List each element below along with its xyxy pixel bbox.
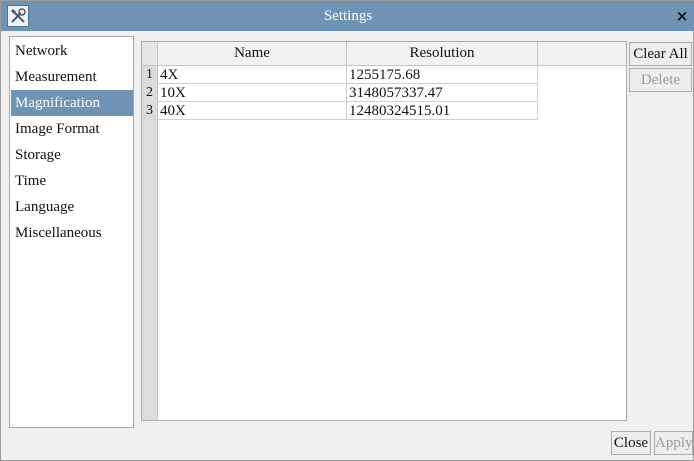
sidebar-item-storage[interactable]: Storage: [11, 142, 133, 168]
sidebar-item-time[interactable]: Time: [11, 168, 133, 194]
column-header-name[interactable]: Name: [158, 42, 347, 66]
clear-all-button[interactable]: Clear All: [629, 42, 692, 66]
table-corner: [142, 42, 158, 66]
table-header: Name Resolution: [142, 42, 538, 66]
sidebar-item-language[interactable]: Language: [11, 194, 133, 220]
header-filler: [538, 42, 626, 66]
window-title: Settings: [323, 8, 373, 24]
name-cell[interactable]: 40X: [158, 102, 347, 120]
resolution-cell[interactable]: 3148057337.47: [347, 84, 538, 102]
close-button[interactable]: Close: [611, 431, 651, 455]
apply-button[interactable]: Apply: [654, 431, 693, 455]
sidebar-item-network[interactable]: Network: [11, 38, 133, 64]
column-header-resolution[interactable]: Resolution: [347, 42, 538, 66]
settings-category-list: Network Measurement Magnification Image …: [9, 36, 134, 428]
title-bar: Settings ×: [1, 1, 694, 31]
sidebar-item-measurement[interactable]: Measurement: [11, 64, 133, 90]
sidebar-item-magnification[interactable]: Magnification: [11, 90, 133, 116]
resolution-cell[interactable]: 12480324515.01: [347, 102, 538, 120]
sidebar-item-image-format[interactable]: Image Format: [11, 116, 133, 142]
table-row[interactable]: 2 10X 3148057337.47: [142, 84, 538, 102]
table-row[interactable]: 1 4X 1255175.68: [142, 66, 538, 84]
magnification-table[interactable]: Name Resolution 1 4X 1255175.68 2 10X 31…: [141, 41, 627, 421]
delete-button[interactable]: Delete: [629, 68, 692, 92]
row-number: 3: [142, 102, 158, 120]
settings-window: Settings × Network Measurement Magnifica…: [0, 0, 694, 461]
table-row[interactable]: 3 40X 12480324515.01: [142, 102, 538, 120]
name-cell[interactable]: 10X: [158, 84, 347, 102]
sidebar-item-miscellaneous[interactable]: Miscellaneous: [11, 220, 133, 246]
close-icon[interactable]: ×: [671, 3, 693, 29]
name-cell[interactable]: 4X: [158, 66, 347, 84]
row-number: 2: [142, 84, 158, 102]
resolution-cell[interactable]: 1255175.68: [347, 66, 538, 84]
row-number: 1: [142, 66, 158, 84]
